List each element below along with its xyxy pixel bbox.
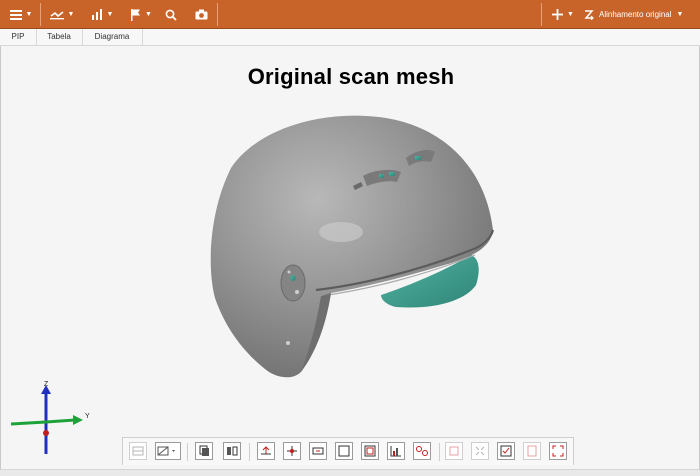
menu-button[interactable]: ▼	[6, 4, 36, 25]
chevron-down-icon: ▼	[567, 11, 574, 18]
align-icon	[261, 446, 271, 455]
toolbar-divider	[541, 3, 542, 26]
measure-button[interactable]: ▼	[46, 4, 78, 25]
shell-highlight	[319, 222, 363, 242]
view-mode-icon	[157, 446, 175, 456]
toolbar-divider	[187, 443, 188, 461]
chevron-down-icon: ▼	[67, 11, 75, 18]
bottom-toolbar	[122, 437, 574, 465]
toolbar-divider	[249, 443, 250, 461]
chevron-down-icon: ▼	[676, 11, 684, 18]
compare-button[interactable]	[223, 442, 241, 460]
plus-icon	[552, 9, 564, 20]
helmet-shell	[210, 115, 493, 378]
tab-label: PIP	[11, 32, 25, 41]
copy-button[interactable]	[195, 442, 213, 460]
toolbar-divider	[40, 3, 41, 26]
tab-label: Diagrama	[94, 32, 130, 41]
align-button[interactable]	[257, 442, 275, 460]
toolbar-divider	[439, 443, 440, 461]
menu-icon	[9, 9, 22, 20]
dimension-button[interactable]	[309, 442, 327, 460]
tab-diagrama[interactable]: Diagrama	[82, 29, 143, 45]
points-icon	[416, 446, 428, 456]
ear-port	[280, 264, 306, 302]
frame-icon	[364, 445, 376, 457]
chart-button[interactable]: ▼	[86, 4, 118, 25]
alignment-icon	[584, 9, 594, 20]
alignment-dropdown[interactable]: Alinhamento original ▼	[584, 4, 696, 25]
axis-label-z: Z	[44, 381, 49, 388]
measure-icon	[49, 10, 64, 19]
3d-viewport[interactable]: Original scan mesh Z Y	[0, 46, 700, 475]
section-icon	[287, 446, 297, 456]
screenshot-button[interactable]	[192, 4, 210, 25]
check-icon	[500, 445, 512, 457]
histogram-icon	[390, 446, 401, 457]
toolbar-divider	[217, 3, 218, 26]
frame-button[interactable]	[361, 442, 379, 460]
fit-icon	[449, 446, 459, 456]
grid-button[interactable]	[129, 442, 147, 460]
check-button[interactable]	[497, 442, 515, 460]
tab-pip[interactable]: PIP	[0, 29, 37, 45]
histogram-button[interactable]	[387, 442, 405, 460]
expand-button[interactable]	[549, 442, 567, 460]
fit-button[interactable]	[445, 442, 463, 460]
tab-label: Tabela	[47, 32, 71, 41]
add-button[interactable]: ▼	[547, 4, 579, 25]
section-button[interactable]	[283, 442, 301, 460]
main-toolbar: ▼ ▼ ▼ ▼ ▼ Alinhamento original ▼	[0, 0, 700, 29]
chevron-down-icon: ▼	[25, 11, 33, 18]
square-button[interactable]	[335, 442, 353, 460]
alignment-label: Alinhamento original	[599, 10, 672, 19]
copy-icon	[199, 445, 209, 456]
view-mode-button[interactable]	[155, 442, 181, 460]
dimension-icon	[312, 447, 324, 455]
chevron-down-icon: ▼	[106, 11, 114, 18]
flag-button[interactable]: ▼	[125, 4, 157, 25]
square-icon	[338, 445, 350, 457]
flag-icon	[131, 8, 141, 21]
tab-tabela[interactable]: Tabela	[36, 29, 83, 45]
compare-icon	[227, 446, 238, 456]
camera-icon	[195, 9, 207, 20]
note-icon	[527, 445, 537, 457]
note-button[interactable]	[523, 442, 541, 460]
chevron-down-icon: ▼	[145, 11, 152, 18]
helmet-mesh-model[interactable]	[1, 46, 700, 475]
zoom-button[interactable]	[162, 4, 180, 25]
screw-point	[286, 341, 290, 345]
view-tabs: PIP Tabela Diagrama	[0, 29, 700, 46]
axis-triad	[10, 385, 83, 454]
shrink-icon	[475, 446, 485, 456]
points-button[interactable]	[413, 442, 431, 460]
chart-icon	[91, 9, 102, 20]
shrink-button[interactable]	[471, 442, 489, 460]
axis-label-y: Y	[85, 413, 90, 420]
expand-icon	[552, 445, 564, 457]
zoom-icon	[165, 9, 177, 21]
grid-icon	[132, 446, 144, 456]
